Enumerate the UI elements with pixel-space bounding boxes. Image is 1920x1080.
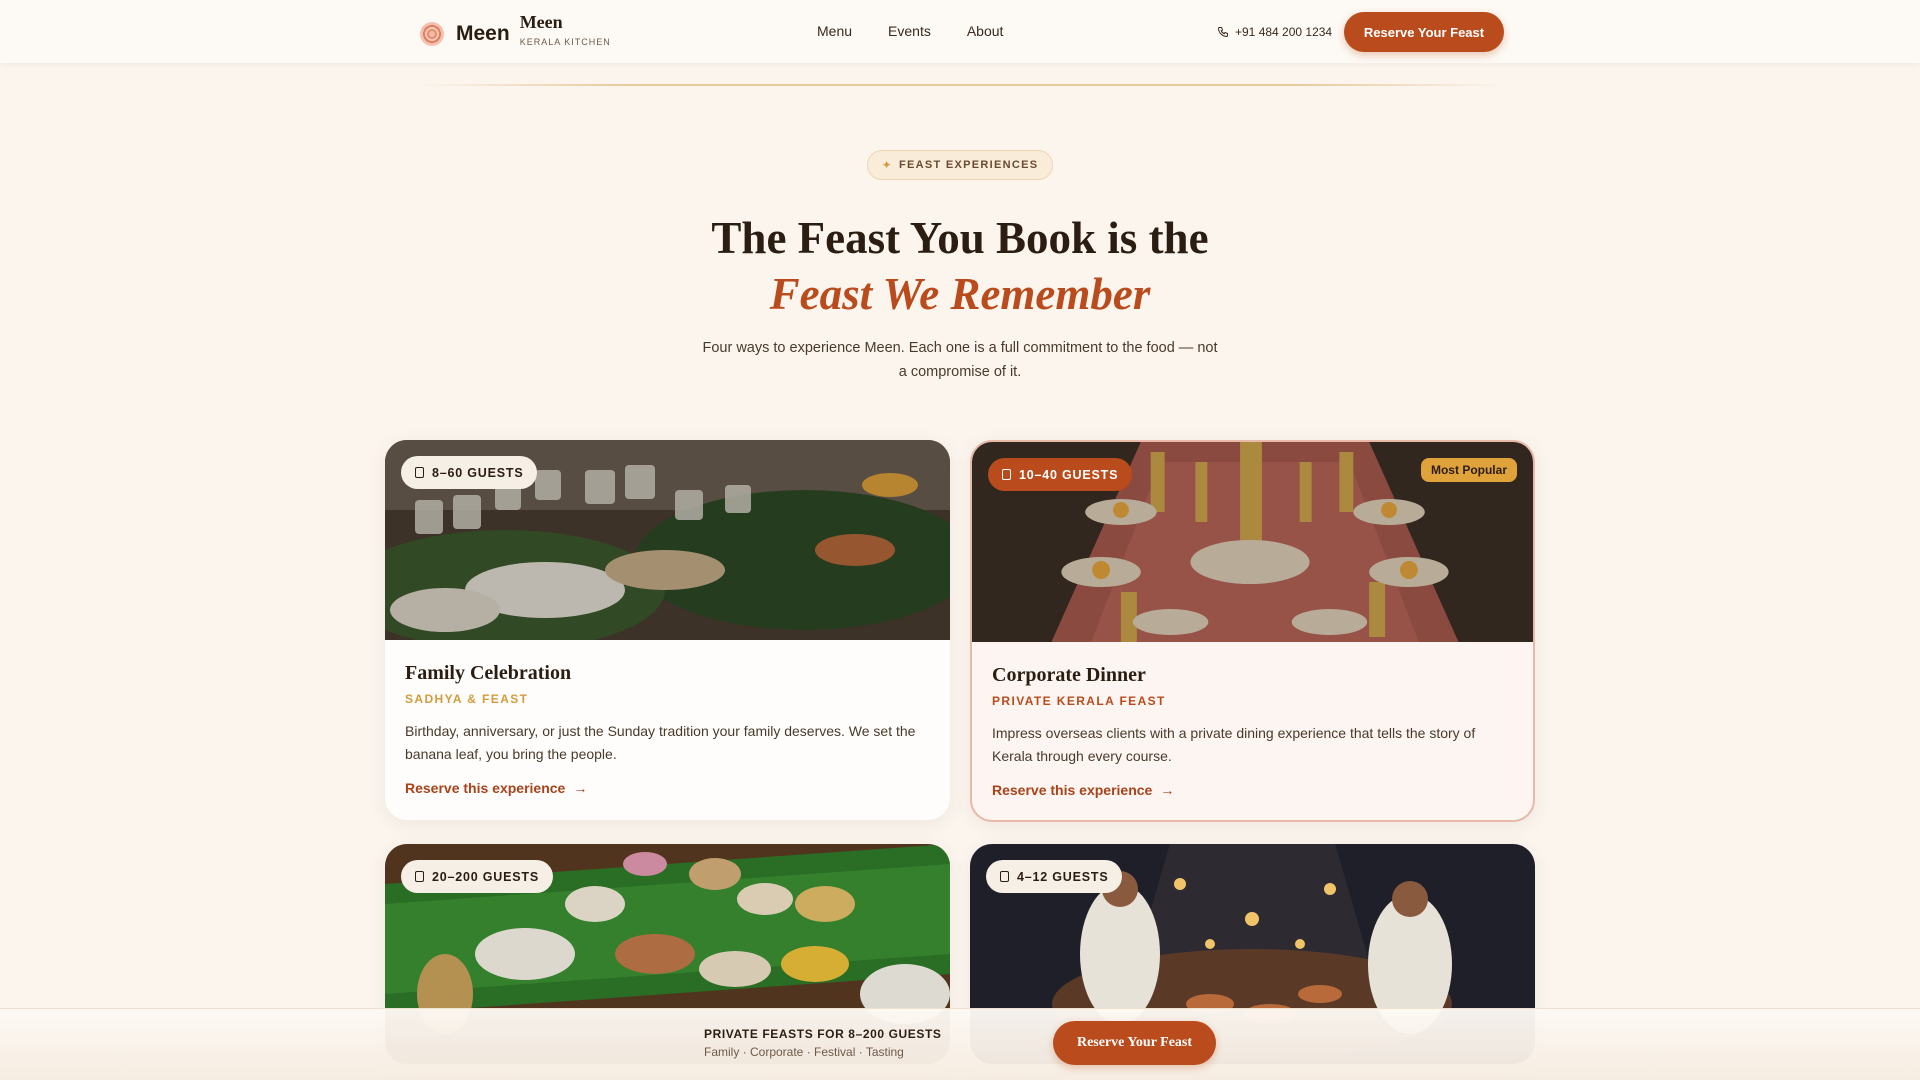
guests-icon [1002,469,1011,480]
guests-pill: 20–200 GUESTS [401,860,553,893]
experience-card-corporate: 10–40 GUESTS Most Popular Corporate Dinn… [970,440,1535,822]
guests-icon [415,467,424,478]
reserve-experience-link[interactable]: Reserve this experience → [992,782,1174,798]
card-subtitle: SADHYA & FEAST [405,692,529,706]
card-title: Corporate Dinner [992,664,1146,686]
phone-icon [1217,27,1228,38]
card-subtitle: PRIVATE KERALA FEAST [992,694,1166,708]
guests-label: 20–200 GUESTS [432,869,539,884]
title-line-1: The Feast You Book is the [711,213,1209,263]
brand-subtitle: Meen KERALA KITCHEN [520,12,611,47]
guests-label: 10–40 GUESTS [1019,467,1119,482]
card-body: Family Celebration SADHYA & FEAST Birthd… [385,640,950,820]
sticky-tags: Family · Corporate · Festival · Tasting [704,1045,904,1059]
card-title: Family Celebration [405,662,572,684]
phone-number: +91 484 200 1234 [1235,25,1333,39]
main-nav: Menu Events About [817,23,1003,39]
reserve-link-label: Reserve this experience [405,780,566,796]
guests-pill: 10–40 GUESTS [988,458,1133,491]
experience-card-family: 8–60 GUESTS Family Celebration SADHYA & … [385,440,950,820]
guests-pill: 8–60 GUESTS [401,456,538,489]
card-description: Birthday, anniversary, or just the Sunda… [405,723,916,762]
card-description: Impress overseas clients with a private … [992,725,1476,764]
arrow-right-icon: → [573,780,588,796]
sticky-title: PRIVATE FEASTS FOR 8–200 GUESTS [704,1027,942,1041]
brand-name: Meen [456,21,510,45]
title-line-2: Feast We Remember [769,269,1151,319]
nav-events-link[interactable]: Events [888,23,931,39]
sticky-reserve-bar: PRIVATE FEASTS FOR 8–200 GUESTS Family ·… [0,1008,1920,1080]
card-image: 10–40 GUESTS Most Popular [972,442,1533,642]
phone-link[interactable]: +91 484 200 1234 [1217,25,1332,39]
guests-icon [1000,871,1009,882]
nav-menu-link[interactable]: Menu [817,23,852,39]
reserve-experience-link[interactable]: Reserve this experience → [405,780,587,796]
brand[interactable]: Meen Meen KERALA KITCHEN [420,12,611,47]
section-subtitle: Four ways to experience Meen. Each one i… [702,340,1218,380]
brand-sub-name: Meen [519,12,563,32]
header-divider [416,84,1506,86]
brand-tagline: KERALA KITCHEN [519,37,611,47]
sticky-reserve-button[interactable]: Reserve Your Feast [1053,1021,1216,1065]
card-body: Corporate Dinner PRIVATE KERALA FEAST Im… [972,642,1533,820]
sticky-info: PRIVATE FEASTS FOR 8–200 GUESTS Family ·… [704,1027,942,1059]
guests-icon [415,871,424,882]
most-popular-badge: Most Popular [1420,458,1517,482]
eyebrow-label: FEAST EXPERIENCES [898,159,1039,171]
nav-about-link[interactable]: About [967,23,1004,39]
section-eyebrow: ✦ FEAST EXPERIENCES [867,150,1053,180]
guests-pill: 4–12 GUESTS [986,860,1123,893]
guests-label: 4–12 GUESTS [1017,869,1109,884]
card-image: 8–60 GUESTS [385,440,950,640]
guests-label: 8–60 GUESTS [432,465,524,480]
header-reserve-button[interactable]: Reserve Your Feast [1344,12,1504,52]
sparkle-icon: ✦ [881,158,893,172]
site-header: Meen Meen KERALA KITCHEN Menu Events Abo… [0,0,1920,63]
arrow-right-icon: → [1160,782,1175,798]
reserve-link-label: Reserve this experience [992,782,1153,798]
section-title: The Feast You Book is the Feast We Remem… [560,210,1360,322]
logo-icon [420,21,444,46]
